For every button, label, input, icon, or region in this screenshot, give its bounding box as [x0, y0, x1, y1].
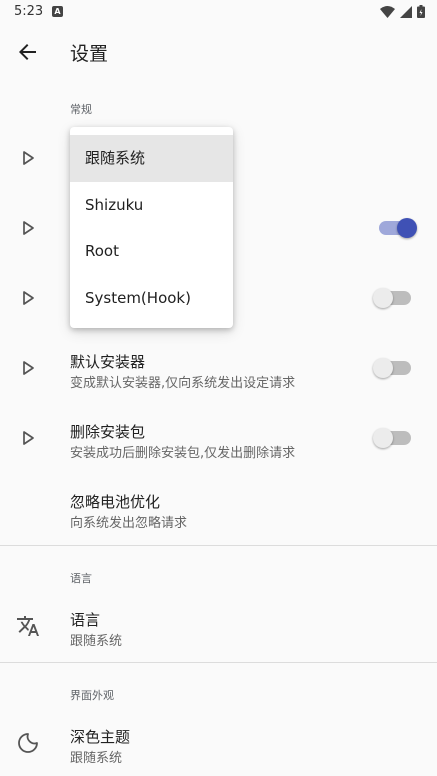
toggle-switch-row3[interactable] — [373, 288, 411, 308]
moon-icon — [18, 733, 38, 753]
section-header-general: 常规 — [70, 103, 92, 116]
row-title: 删除安装包 — [70, 423, 146, 441]
back-button[interactable] — [14, 38, 42, 66]
play-outline-icon — [23, 151, 34, 165]
switch-thumb — [373, 358, 393, 378]
row-subtitle: 安装成功后删除安装包,仅发出删除请求 — [70, 446, 296, 461]
pref-row-language[interactable]: 语言 跟随系统 — [0, 596, 437, 658]
wifi-icon — [380, 5, 395, 18]
app-bar: 设置 — [0, 24, 437, 80]
toggle-switch-row2[interactable] — [379, 218, 417, 238]
menu-item-system-hook[interactable]: System(Hook) — [70, 275, 233, 322]
play-outline-icon — [23, 291, 34, 305]
notification-icon: A — [52, 6, 63, 17]
default-installer-switch[interactable] — [373, 358, 411, 378]
delete-package-switch[interactable] — [373, 428, 411, 448]
translate-icon — [17, 616, 39, 636]
install-mode-popup-menu: 跟随系统 Shizuku Root System(Hook) — [70, 127, 233, 328]
row-title: 忽略电池优化 — [70, 493, 161, 511]
row-title: 默认安装器 — [70, 353, 146, 371]
pref-row-default-installer[interactable]: 默认安装器 变成默认安装器,仅向系统发出设定请求 — [0, 338, 437, 398]
row-subtitle: 跟随系统 — [70, 634, 123, 649]
section-header-appearance: 界面外观 — [70, 689, 114, 702]
battery-icon — [417, 5, 425, 18]
section-header-language: 语言 — [70, 572, 92, 585]
row-title: 语言 — [70, 611, 101, 629]
switch-thumb — [373, 428, 393, 448]
pref-row-delete-package[interactable]: 删除安装包 安装成功后删除安装包,仅发出删除请求 — [0, 408, 437, 468]
row-subtitle: 向系统发出忽略请求 — [70, 516, 188, 531]
pref-row-dark-theme[interactable]: 深色主题 跟随系统 — [0, 713, 437, 775]
switch-thumb — [373, 288, 393, 308]
play-outline-icon — [23, 431, 34, 445]
status-icons — [380, 5, 425, 18]
page-title: 设置 — [70, 43, 109, 65]
signal-icon — [400, 5, 412, 18]
status-bar: 5:23 A — [0, 0, 437, 24]
row-subtitle: 跟随系统 — [70, 751, 123, 766]
play-outline-icon — [23, 221, 34, 235]
menu-item-follow-system[interactable]: 跟随系统 — [70, 135, 233, 182]
menu-item-root[interactable]: Root — [70, 228, 233, 275]
menu-item-shizuku[interactable]: Shizuku — [70, 182, 233, 229]
pref-row-ignore-battery[interactable]: 忽略电池优化 向系统发出忽略请求 — [0, 478, 437, 540]
switch-thumb — [397, 218, 417, 238]
play-outline-icon — [23, 361, 34, 375]
row-title: 深色主题 — [70, 728, 131, 746]
section-divider — [0, 545, 437, 546]
section-divider — [0, 662, 437, 663]
arrow-left-icon — [19, 44, 36, 60]
row-subtitle: 变成默认安装器,仅向系统发出设定请求 — [70, 376, 296, 391]
status-time: 5:23 — [14, 4, 44, 19]
